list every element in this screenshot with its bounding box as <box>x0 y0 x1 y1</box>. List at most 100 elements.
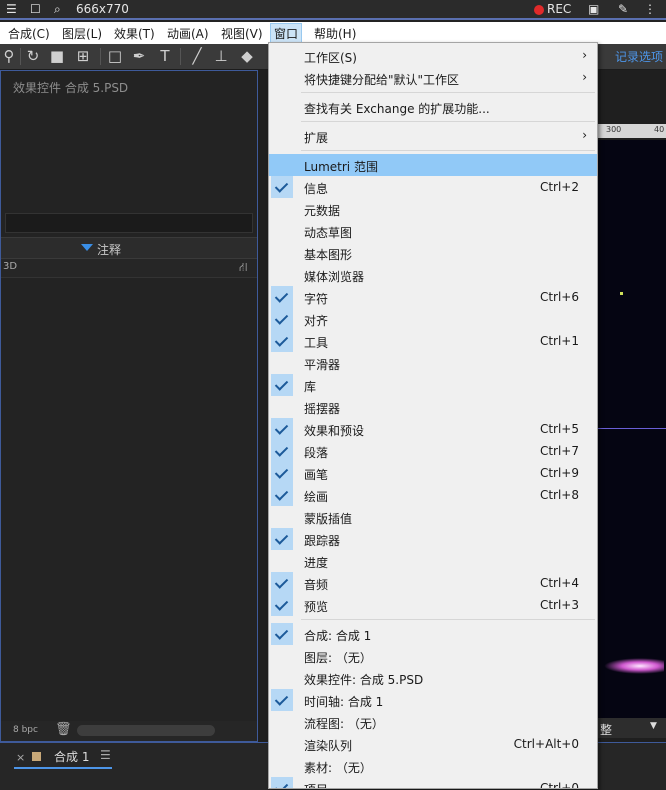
menu-item[interactable]: 信息 Ctrl+2 <box>269 176 597 198</box>
bpc-label[interactable]: 8 bpc <box>13 725 38 735</box>
menu-item[interactable]: 媒体浏览器 <box>269 264 597 286</box>
clone-stamp-icon[interactable]: ⊥ <box>212 47 230 65</box>
checkmark-icon <box>271 374 293 396</box>
column-row: 3D ⛙ <box>1 259 257 278</box>
pen-icon[interactable]: ✒ <box>130 47 148 65</box>
accent-strip <box>0 18 666 20</box>
menu-item[interactable]: 渲染队列 Ctrl+Alt+0 <box>269 733 597 755</box>
menu-item-label: 库 <box>304 380 317 394</box>
brush-icon[interactable]: ╱ <box>188 47 206 65</box>
search-icon[interactable]: ⌕ <box>54 2 61 17</box>
panel-search-field[interactable] <box>5 213 253 233</box>
menu-layer[interactable]: 图层(L) <box>60 25 104 42</box>
menu-item[interactable]: 查找有关 Exchange 的扩展功能... <box>269 96 597 118</box>
camera-icon[interactable]: ▣ <box>588 2 599 16</box>
menu-item[interactable]: 绘画 Ctrl+8 <box>269 484 597 506</box>
menu-item-label: 段落 <box>304 446 329 460</box>
panel-menu-icon[interactable]: ☰ <box>100 748 111 762</box>
menu-item[interactable]: 项目 Ctrl+0 <box>269 777 597 788</box>
menu-item[interactable]: 跟踪器 <box>269 528 597 550</box>
more-icon[interactable]: ⋮ <box>644 2 656 16</box>
effect-controls-panel: 效果控件 合成 5.PSD 注释 3D ⛙ 8 bpc 🗑 <box>0 70 258 742</box>
menu-view[interactable]: 视图(V) <box>219 25 265 42</box>
hierarchy-icon[interactable]: ⛙ <box>239 260 247 276</box>
menu-item-label: 进度 <box>304 556 329 570</box>
chevron-right-icon: › <box>582 128 587 142</box>
menu-item[interactable]: 动态草图 <box>269 220 597 242</box>
menu-item[interactable]: Lumetri 范围 <box>269 154 597 176</box>
composition-viewer[interactable] <box>598 140 666 718</box>
menu-item[interactable]: 对齐 <box>269 308 597 330</box>
triangle-down-icon[interactable] <box>81 244 93 251</box>
menu-item[interactable]: 字符 Ctrl+6 <box>269 286 597 308</box>
menu-item-label: 摇摆器 <box>304 402 341 416</box>
menu-item[interactable]: 段落 Ctrl+7 <box>269 440 597 462</box>
menu-item[interactable]: 效果控件: 合成 5.PSD <box>269 667 597 689</box>
menu-window[interactable]: 窗口 <box>270 23 303 44</box>
eraser-icon[interactable]: ◆ <box>238 47 256 65</box>
record-options-link[interactable]: 记录选项 <box>615 48 663 65</box>
menu-item[interactable]: 工具 Ctrl+1 <box>269 330 597 352</box>
menu-item[interactable]: 元数据 <box>269 198 597 220</box>
menu-item[interactable]: 图层: （无） <box>269 645 597 667</box>
menu-composition[interactable]: 合成(C) <box>6 25 52 42</box>
menu-item[interactable]: 合成: 合成 1 <box>269 623 597 645</box>
rec-button[interactable]: REC <box>534 2 571 16</box>
menu-animation[interactable]: 动画(A) <box>165 25 211 42</box>
pan-behind-icon[interactable]: ⊞ <box>74 47 92 65</box>
menu-item-label: 媒体浏览器 <box>304 270 365 284</box>
composition-icon <box>32 752 41 761</box>
close-icon[interactable]: × <box>16 751 25 764</box>
menu-item-shortcut: Ctrl+7 <box>539 444 579 458</box>
window-icon[interactable]: ☐ <box>30 2 41 16</box>
menu-item[interactable]: 扩展 › <box>269 125 597 147</box>
timeline-tab[interactable]: 合成 1 <box>54 748 89 765</box>
menu-item[interactable]: 素材: （无） <box>269 755 597 777</box>
menu-item-label: 流程图: （无） <box>304 717 384 731</box>
menu-item[interactable]: 进度 <box>269 550 597 572</box>
panel-title: 效果控件 合成 5.PSD <box>13 81 129 95</box>
menu-item-label: 画笔 <box>304 468 329 482</box>
menu-separator <box>301 150 595 151</box>
menu-item[interactable]: 摇摆器 <box>269 396 597 418</box>
menu-item-label: 动态草图 <box>304 226 353 240</box>
zoom-dropdown[interactable]: 整 ▼ <box>598 718 666 738</box>
checkmark-icon <box>271 484 293 506</box>
menu-item-label: 音频 <box>304 578 329 592</box>
checkmark-icon <box>271 462 293 484</box>
hamburger-icon[interactable]: ☰ <box>6 2 17 16</box>
pen-icon[interactable]: ✎ <box>618 2 628 16</box>
menu-effect[interactable]: 效果(T) <box>112 25 157 42</box>
window-menu-dropdown: 工作区(S) › 将快捷键分配给"默认"工作区 › 查找有关 Exchange 的扩展功… <box>268 42 598 789</box>
camera-icon[interactable]: ■ <box>48 47 66 65</box>
menu-item[interactable]: 基本图形 <box>269 242 597 264</box>
menu-item[interactable]: 工作区(S) › <box>269 45 597 67</box>
menu-item-label: 渲染队列 <box>304 739 353 753</box>
menu-item[interactable]: 平滑器 <box>269 352 597 374</box>
comment-column-header[interactable]: 注释 <box>97 241 121 258</box>
menu-item[interactable]: 效果和预设 Ctrl+5 <box>269 418 597 440</box>
zoom-icon[interactable]: ⚲ <box>0 47 18 65</box>
type-icon[interactable]: T <box>156 47 174 65</box>
ruler-tick-label: 300 <box>606 125 622 134</box>
menu-item[interactable]: 库 <box>269 374 597 396</box>
checkmark-icon <box>271 689 293 711</box>
menu-item[interactable]: 音频 Ctrl+4 <box>269 572 597 594</box>
menu-item-label: 效果控件: 合成 5.PSD <box>304 673 424 687</box>
menu-item[interactable]: 蒙版插值 <box>269 506 597 528</box>
menu-item-shortcut: Ctrl+3 <box>539 598 579 612</box>
menu-help[interactable]: 帮助(H) <box>312 25 358 42</box>
menu-item[interactable]: 时间轴: 合成 1 <box>269 689 597 711</box>
menu-item-label: 工作区(S) <box>304 51 357 65</box>
menu-item[interactable]: 预览 Ctrl+3 <box>269 594 597 616</box>
menu-item-shortcut: Ctrl+4 <box>539 576 579 590</box>
menu-item[interactable]: 流程图: （无） <box>269 711 597 733</box>
trash-icon[interactable]: 🗑 <box>55 722 72 737</box>
horizontal-scrollbar[interactable] <box>77 725 215 736</box>
rotate-icon[interactable]: ↻ <box>24 47 42 65</box>
menu-item[interactable]: 画笔 Ctrl+9 <box>269 462 597 484</box>
menu-item[interactable]: 将快捷键分配给"默认"工作区 › <box>269 67 597 89</box>
sparkle-effect <box>604 658 664 674</box>
checkmark-icon <box>271 418 293 440</box>
rectangle-icon[interactable]: □ <box>106 47 124 65</box>
